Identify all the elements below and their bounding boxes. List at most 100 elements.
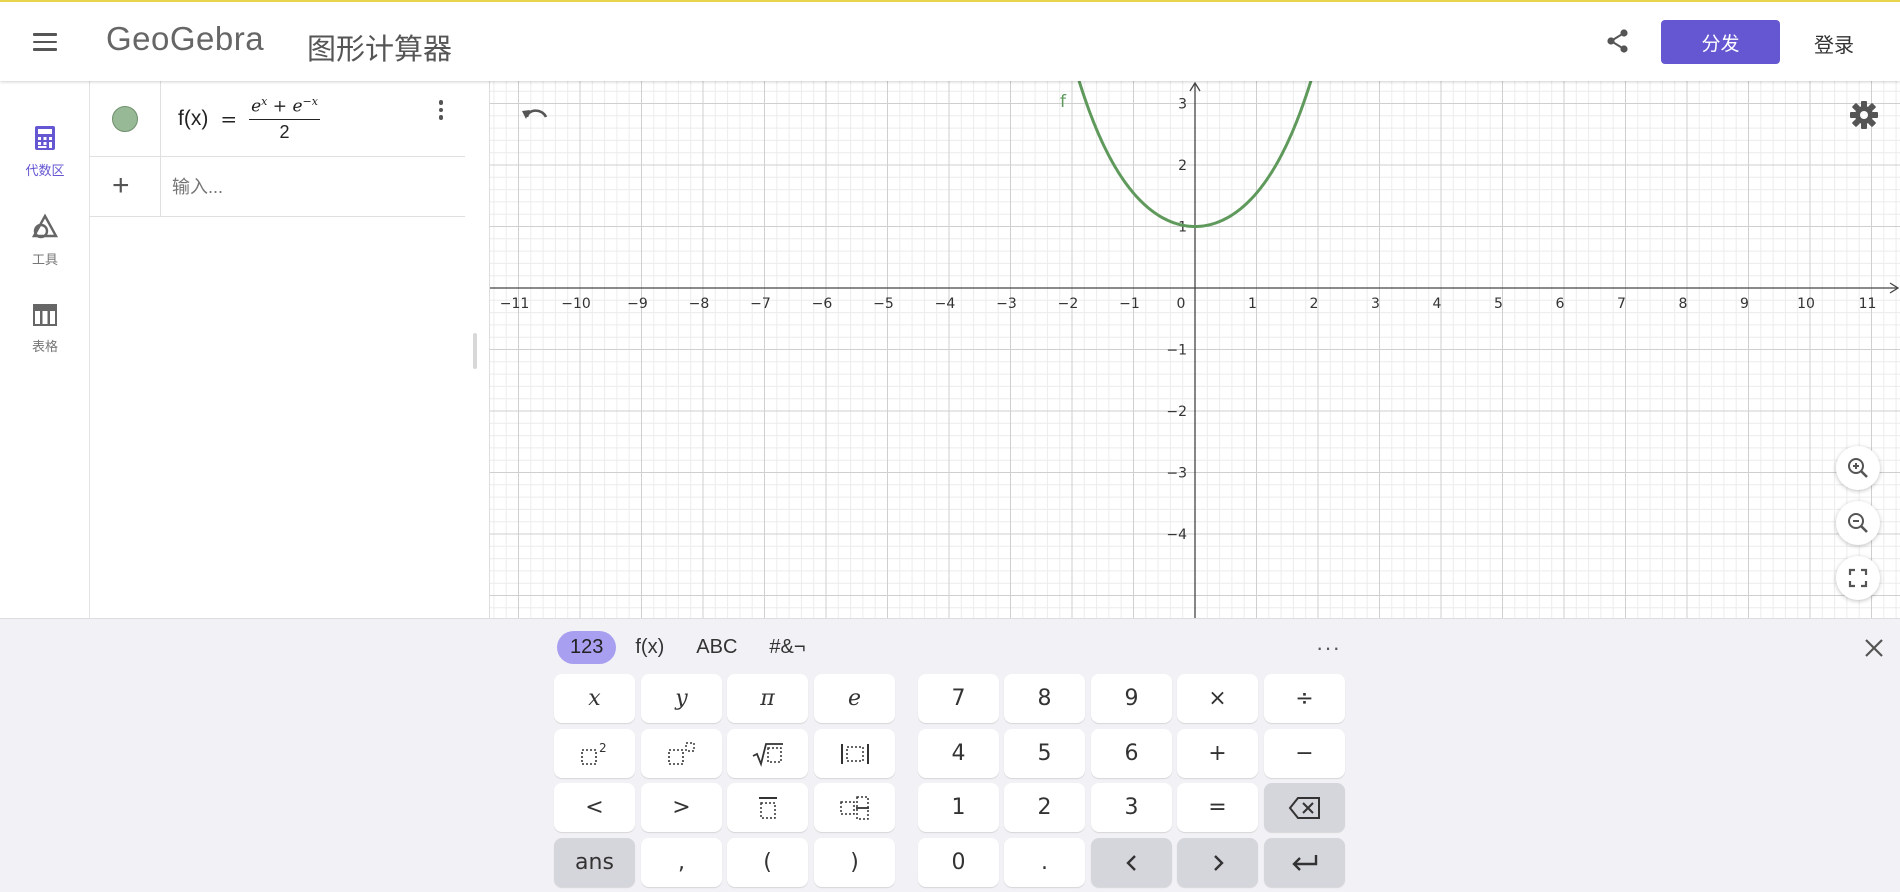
key-y[interactable]: y bbox=[641, 674, 722, 723]
x-tick-label: −3 bbox=[996, 296, 1017, 312]
key-minus[interactable]: − bbox=[1264, 729, 1345, 778]
key-left-arrow[interactable] bbox=[1091, 838, 1172, 887]
key-pi[interactable]: π bbox=[727, 674, 808, 723]
key-comma[interactable]: , bbox=[641, 838, 722, 887]
settings-gear-icon[interactable] bbox=[1848, 99, 1880, 131]
y-tick-label: 3 bbox=[1178, 97, 1187, 113]
y-tick-label: 1 bbox=[1178, 220, 1187, 236]
fraction-denominator: 2 bbox=[279, 121, 290, 142]
row-divider bbox=[160, 157, 161, 216]
share-icon[interactable] bbox=[1603, 26, 1633, 56]
key-divide[interactable]: ÷ bbox=[1264, 674, 1345, 723]
y-tick-label: −2 bbox=[1166, 404, 1187, 420]
fullscreen-icon[interactable] bbox=[1836, 556, 1880, 600]
calculator-icon bbox=[35, 126, 55, 150]
zoom-in-icon[interactable] bbox=[1836, 446, 1880, 490]
key-1[interactable]: 1 bbox=[918, 783, 999, 832]
key-overline[interactable] bbox=[727, 783, 808, 832]
enter-icon bbox=[1291, 854, 1317, 871]
backspace-icon bbox=[1288, 796, 1320, 819]
x-tick-label: 0 bbox=[1177, 296, 1186, 312]
close-icon[interactable] bbox=[1860, 634, 1888, 662]
x-tick-label: 11 bbox=[1859, 296, 1877, 312]
graph-canvas[interactable]: −11−10−9−8−7−6−5−4−3−2−10123456789101143… bbox=[490, 81, 1900, 618]
x-tick-label: −1 bbox=[1119, 296, 1140, 312]
x-tick-label: −2 bbox=[1058, 296, 1079, 312]
keyboard-more-button[interactable]: ··· bbox=[1316, 635, 1341, 661]
key-square[interactable]: 2 bbox=[554, 729, 635, 778]
key-ans[interactable]: ans bbox=[554, 838, 635, 887]
algebra-input[interactable] bbox=[172, 171, 452, 203]
undo-icon[interactable] bbox=[518, 100, 552, 130]
shapes-icon bbox=[31, 213, 59, 239]
y-tick-label: −4 bbox=[1166, 527, 1187, 543]
algebra-row-f[interactable]: f(x) = ex + e−x 2 bbox=[90, 81, 465, 157]
x-tick-label: 8 bbox=[1679, 296, 1688, 312]
x-tick-label: 7 bbox=[1617, 296, 1626, 312]
x-tick-label: 3 bbox=[1371, 296, 1380, 312]
publish-button[interactable]: 分发 bbox=[1661, 20, 1780, 64]
key-0[interactable]: 0 bbox=[918, 838, 999, 887]
key-9[interactable]: 9 bbox=[1091, 674, 1172, 723]
key-power[interactable] bbox=[641, 729, 722, 778]
key-less-than[interactable]: < bbox=[554, 783, 635, 832]
y-tick-label: −1 bbox=[1166, 343, 1187, 359]
tab-symbols[interactable]: #&¬ bbox=[756, 631, 818, 664]
x-tick-label: 4 bbox=[1433, 296, 1442, 312]
key-5[interactable]: 5 bbox=[1004, 729, 1085, 778]
login-button[interactable]: 登录 bbox=[1814, 29, 1854, 58]
key-subscript[interactable] bbox=[814, 783, 895, 832]
right-arrow-icon bbox=[1213, 854, 1224, 871]
key-2[interactable]: 2 bbox=[1004, 783, 1085, 832]
panel-resize-handle[interactable] bbox=[473, 333, 477, 369]
key-decimal[interactable]: . bbox=[1004, 838, 1085, 887]
function-expression[interactable]: f(x) = ex + e−x 2 bbox=[178, 95, 320, 143]
key-e[interactable]: e bbox=[814, 674, 895, 723]
key-equals[interactable]: = bbox=[1177, 783, 1258, 832]
x-tick-label: −8 bbox=[689, 296, 710, 312]
tab-letters[interactable]: ABC bbox=[683, 631, 750, 664]
key-abs[interactable] bbox=[814, 729, 895, 778]
nav-item-algebra[interactable]: 代数区 bbox=[0, 125, 90, 197]
power-icon bbox=[667, 741, 695, 765]
key-multiply[interactable]: × bbox=[1177, 674, 1258, 723]
tab-numbers[interactable]: 123 bbox=[557, 630, 617, 664]
keyboard-tabs: 123 f(x) ABC #&¬ bbox=[557, 630, 825, 664]
table-icon bbox=[33, 304, 57, 326]
key-x[interactable]: x bbox=[554, 674, 635, 723]
key-3[interactable]: 3 bbox=[1091, 783, 1172, 832]
key-plus[interactable]: + bbox=[1177, 729, 1258, 778]
abs-icon bbox=[840, 743, 869, 764]
key-backspace[interactable] bbox=[1264, 783, 1345, 832]
overline-icon bbox=[758, 796, 777, 819]
key-enter[interactable] bbox=[1264, 838, 1345, 887]
zoom-out-icon[interactable] bbox=[1836, 501, 1880, 545]
tab-functions[interactable]: f(x) bbox=[622, 631, 677, 664]
add-icon[interactable]: + bbox=[112, 169, 130, 203]
x-tick-label: −4 bbox=[935, 296, 956, 312]
app-title: 图形计算器 bbox=[307, 34, 453, 66]
menu-icon[interactable] bbox=[28, 28, 62, 56]
key-8[interactable]: 8 bbox=[1004, 674, 1085, 723]
row-divider bbox=[160, 81, 161, 156]
key-6[interactable]: 6 bbox=[1091, 729, 1172, 778]
nav-item-tools[interactable]: 工具 bbox=[0, 213, 90, 286]
x-tick-label: −10 bbox=[561, 296, 591, 312]
key-4[interactable]: 4 bbox=[918, 729, 999, 778]
visibility-toggle[interactable] bbox=[112, 106, 138, 132]
more-vertical-icon[interactable] bbox=[435, 97, 447, 123]
y-tick-label: 2 bbox=[1178, 158, 1187, 174]
x-tick-label: 9 bbox=[1740, 296, 1749, 312]
key-close-paren[interactable]: ) bbox=[814, 838, 895, 887]
key-greater-than[interactable]: > bbox=[641, 783, 722, 832]
key-right-arrow[interactable] bbox=[1177, 838, 1258, 887]
side-navigation: 代数区 工具 表格 bbox=[0, 81, 90, 618]
key-sqrt[interactable] bbox=[727, 729, 808, 778]
nav-label: 代数区 bbox=[25, 163, 65, 178]
fraction: ex + e−x 2 bbox=[249, 95, 320, 143]
graphics-view[interactable]: −11−10−9−8−7−6−5−4−3−2−10123456789101143… bbox=[490, 81, 1900, 618]
key-open-paren[interactable]: ( bbox=[727, 838, 808, 887]
key-7[interactable]: 7 bbox=[918, 674, 999, 723]
x-tick-label: 2 bbox=[1310, 296, 1319, 312]
nav-item-table[interactable]: 表格 bbox=[0, 303, 90, 375]
